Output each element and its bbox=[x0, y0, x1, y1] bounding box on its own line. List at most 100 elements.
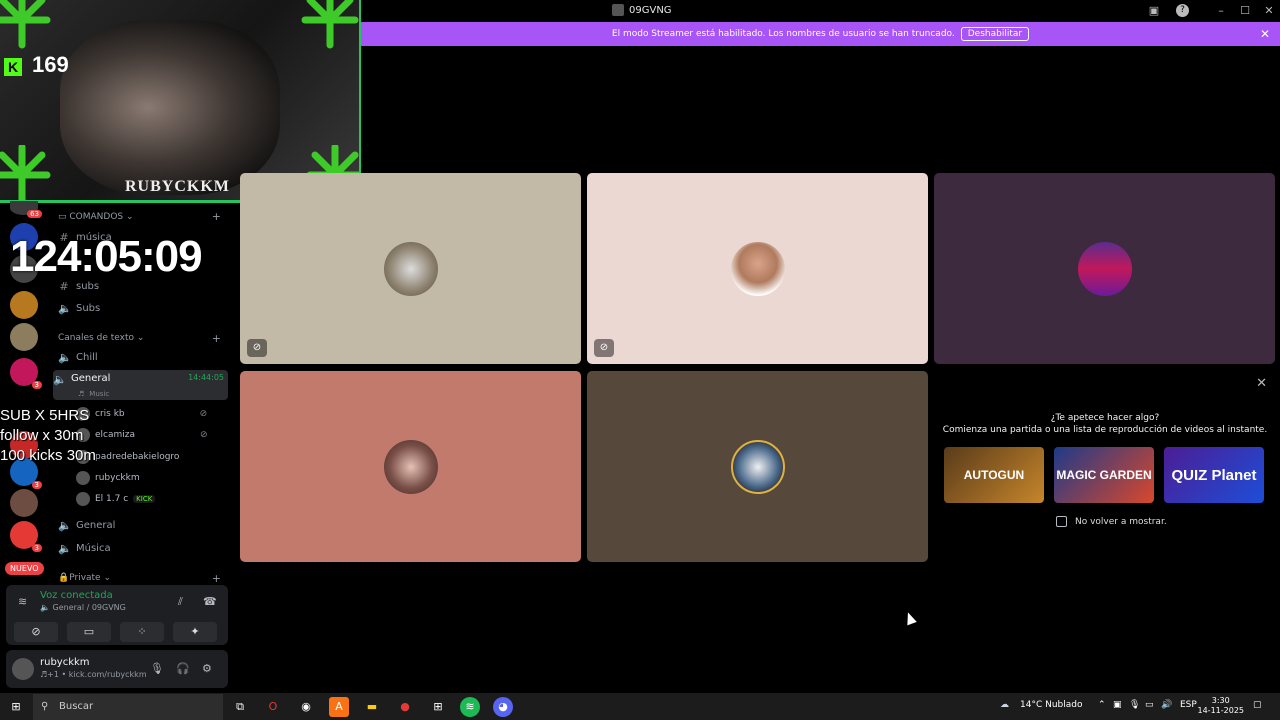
voice-member[interactable]: El 1.7 c KICK bbox=[76, 492, 156, 506]
leaf-icon bbox=[0, 145, 51, 200]
muted-icon: ⊘ bbox=[200, 430, 208, 440]
microphone-icon[interactable]: 🎙 bbox=[1129, 700, 1140, 710]
server-icon[interactable] bbox=[10, 291, 38, 319]
server-icon[interactable] bbox=[10, 323, 38, 351]
close-banner-icon[interactable]: ✕ bbox=[1260, 27, 1270, 41]
streamer-camera-feed bbox=[60, 20, 280, 195]
microphone-icon[interactable]: 🎙 bbox=[150, 662, 164, 675]
opera-icon[interactable]: O bbox=[263, 697, 283, 717]
category-text-channels[interactable]: Canales de texto ⌄ bbox=[58, 333, 144, 343]
server-icon[interactable]: 3 bbox=[10, 521, 42, 552]
voice-status: Voz conectada bbox=[40, 590, 113, 601]
close-window-icon[interactable]: ✕ bbox=[1261, 3, 1277, 19]
game-quiz-planet[interactable]: QUIZ Planet bbox=[1164, 447, 1264, 503]
activities-button[interactable]: ⁘ bbox=[120, 622, 164, 642]
headphones-icon[interactable]: 🎧 bbox=[176, 662, 190, 675]
clock[interactable]: 3:30 14-11-2025 bbox=[1198, 696, 1245, 716]
notifications-icon[interactable]: ▢ bbox=[1253, 700, 1262, 710]
app-icon[interactable]: ● bbox=[395, 697, 415, 717]
settings-gear-icon[interactable]: ⚙ bbox=[202, 662, 212, 675]
cam-name-tag: RUBYCKKM bbox=[125, 178, 230, 195]
inbox-icon[interactable]: ▣ bbox=[1146, 3, 1162, 19]
camera-off-icon: ⊘ bbox=[247, 339, 267, 357]
server-icon[interactable]: 3 bbox=[10, 358, 42, 389]
leaf-icon bbox=[301, 0, 359, 49]
game-magic-garden[interactable]: MAGIC GARDEN bbox=[1054, 447, 1154, 503]
voice-channel-general[interactable]: 🔈 General bbox=[58, 515, 228, 535]
participant-avatar bbox=[731, 440, 785, 494]
participant-tile[interactable]: ⊘ bbox=[240, 173, 581, 364]
category-commands[interactable]: ▭ COMANDOS ⌄ bbox=[58, 212, 134, 222]
speaker-icon: 🔈 bbox=[58, 518, 72, 532]
close-icon[interactable]: ✕ bbox=[1256, 376, 1267, 391]
user-status: ♬+1 • kick.com/rubyckkm bbox=[40, 670, 147, 679]
category-private[interactable]: 🔒Private ⌄ bbox=[58, 573, 111, 583]
soundboard-button[interactable]: ✦ bbox=[173, 622, 217, 642]
participant-tile[interactable] bbox=[934, 173, 1275, 364]
speaker-icon: 🔈 bbox=[58, 301, 72, 315]
signal-icon[interactable]: ≋ bbox=[18, 595, 27, 608]
participant-tile[interactable] bbox=[240, 371, 581, 562]
avatar bbox=[76, 471, 90, 485]
spotify-icon[interactable]: ≋ bbox=[460, 697, 480, 717]
server-icon[interactable] bbox=[10, 489, 38, 517]
disable-streamer-button[interactable]: Deshabilitar bbox=[960, 27, 1030, 41]
app-icon[interactable]: A bbox=[329, 697, 349, 717]
participant-avatar bbox=[384, 440, 438, 494]
add-channel-icon[interactable]: + bbox=[212, 332, 221, 345]
chevron-up-icon[interactable]: ⌃ bbox=[1098, 700, 1106, 710]
activity-prompt: ✕ ¿Te apetece hacer algo? Comienza una p… bbox=[935, 370, 1275, 562]
username[interactable]: rubyckkm bbox=[40, 657, 90, 668]
participant-avatar bbox=[1078, 242, 1132, 296]
user-avatar[interactable] bbox=[12, 658, 34, 680]
voice-channel-subs[interactable]: 🔈 Subs bbox=[58, 298, 228, 318]
camera-button[interactable]: ⊘ bbox=[14, 622, 58, 642]
folder-icon[interactable]: ▬ bbox=[362, 697, 382, 717]
stream-timer: 124:05:09 bbox=[10, 232, 203, 281]
noise-suppression-icon[interactable]: ⫽ bbox=[178, 595, 183, 609]
network-icon[interactable]: ▭ bbox=[1145, 700, 1154, 710]
server-icon[interactable]: 63 bbox=[10, 201, 42, 218]
speaker-icon: 🔈 bbox=[58, 541, 72, 555]
screen-share-button[interactable]: ▭ bbox=[67, 622, 111, 642]
server-icon bbox=[612, 4, 624, 16]
taskbar: ⊞ ⚲ Buscar ⧉ O ◉ A ▬ ● ⊞ ≋ ◕ ☁ 14°C Nubl… bbox=[0, 693, 1280, 720]
new-badge[interactable]: NUEVO bbox=[5, 562, 44, 575]
weather-text[interactable]: 14°C Nublado bbox=[1020, 700, 1082, 710]
voice-member[interactable]: rubyckkm bbox=[76, 471, 140, 485]
mouse-cursor bbox=[903, 610, 917, 626]
activity-question: ¿Te apetece hacer algo? bbox=[1050, 413, 1160, 423]
activity-subtitle: Comienza una partida o una lista de repr… bbox=[942, 425, 1268, 435]
muted-icon: ⊘ bbox=[199, 409, 208, 419]
windows-start-icon[interactable]: ⊞ bbox=[6, 697, 26, 717]
streamer-mode-banner: El modo Streamer está habilitado. Los no… bbox=[361, 22, 1280, 46]
voice-location[interactable]: 🔈 General / 09GVNG bbox=[40, 603, 126, 612]
voice-channel-chill[interactable]: 🔈 Chill bbox=[58, 347, 228, 367]
tray-icon[interactable]: ▣ bbox=[1113, 700, 1122, 710]
maximize-icon[interactable]: ☐ bbox=[1237, 3, 1253, 19]
taskbar-search[interactable]: ⚲ Buscar bbox=[33, 694, 223, 720]
voice-channel-musica[interactable]: 🔈 Música bbox=[58, 538, 228, 558]
obs-icon[interactable]: ◉ bbox=[296, 697, 316, 717]
language-indicator[interactable]: ESP bbox=[1180, 700, 1197, 710]
volume-icon[interactable]: 🔊 bbox=[1161, 700, 1172, 710]
discord-icon[interactable]: ◕ bbox=[493, 697, 513, 717]
participant-tile[interactable] bbox=[587, 371, 928, 562]
add-channel-icon[interactable]: + bbox=[212, 572, 221, 585]
add-channel-icon[interactable]: + bbox=[212, 210, 221, 223]
goal-line: SUB X 5HRS bbox=[0, 407, 90, 424]
checkbox[interactable] bbox=[1056, 516, 1067, 527]
camera-off-icon: ⊘ bbox=[594, 339, 614, 357]
participant-tile[interactable]: ⊘ bbox=[587, 173, 928, 364]
minimize-icon[interactable]: – bbox=[1213, 3, 1229, 19]
help-icon[interactable]: ? bbox=[1176, 4, 1189, 17]
user-panel: rubyckkm ♬+1 • kick.com/rubyckkm 🎙 🎧 ⚙ bbox=[6, 650, 228, 688]
task-view-icon[interactable]: ⧉ bbox=[230, 697, 250, 717]
game-autogun[interactable]: AUTOGUN bbox=[944, 447, 1044, 503]
channel-activity: ♬ Music bbox=[78, 390, 110, 398]
disconnect-icon[interactable]: ☎ bbox=[203, 595, 217, 608]
window-title: 09GVNG bbox=[612, 4, 672, 16]
dont-show-again[interactable]: No volver a mostrar. bbox=[1056, 516, 1167, 527]
cloud-icon: ☁ bbox=[1000, 700, 1009, 710]
store-icon[interactable]: ⊞ bbox=[428, 697, 448, 717]
